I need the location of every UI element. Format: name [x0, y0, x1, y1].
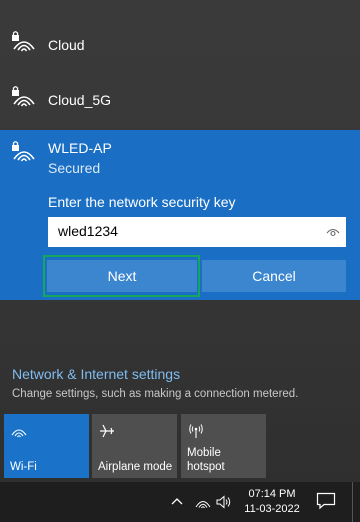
tile-label: Wi-Fi — [10, 461, 37, 473]
clock-time: 07:14 PM — [248, 488, 296, 500]
notification-icon[interactable] — [316, 492, 336, 510]
security-key-label: Enter the network security key — [48, 194, 236, 210]
wifi-icon — [11, 429, 27, 438]
clock-date: 11-03-2022 — [244, 503, 300, 515]
network-name: WLED-AP — [48, 140, 112, 156]
network-flyout: Cloud Cloud_5G WLED-AP Secured Enter the… — [0, 0, 360, 482]
network-item-cloud-5g[interactable]: Cloud_5G — [0, 73, 360, 125]
airplane-mode-tile[interactable]: Airplane mode — [92, 414, 177, 478]
volume-icon[interactable] — [216, 495, 232, 509]
show-desktop-edge[interactable] — [352, 482, 360, 522]
tile-label: Mobile hotspot — [187, 447, 225, 473]
network-item-cloud[interactable]: Cloud — [0, 18, 360, 70]
security-key-input[interactable]: wled1234 — [48, 217, 346, 247]
reveal-password-icon[interactable] — [326, 226, 340, 238]
network-status-icon[interactable] — [195, 495, 211, 509]
network-settings-description: Change settings, such as making a connec… — [12, 388, 299, 400]
cancel-button[interactable]: Cancel — [202, 260, 346, 292]
mobile-hotspot-tile[interactable]: Mobile hotspot — [181, 414, 266, 478]
secured-wifi-icon — [12, 86, 35, 107]
airplane-icon — [100, 424, 114, 438]
network-name: Cloud — [48, 37, 85, 53]
chevron-up-icon[interactable] — [171, 496, 183, 506]
taskbar: 07:14 PM 11-03-2022 — [0, 482, 360, 522]
tile-label: Airplane mode — [98, 461, 173, 473]
hotspot-icon — [189, 424, 203, 438]
network-name: Cloud_5G — [48, 92, 112, 108]
network-settings-link[interactable]: Network & Internet settings — [12, 366, 180, 382]
network-status: Secured — [48, 160, 101, 176]
secured-wifi-icon — [12, 31, 35, 52]
clock[interactable]: 07:14 PM 11-03-2022 — [236, 487, 308, 517]
secured-wifi-icon — [12, 141, 35, 162]
security-key-value: wled1234 — [58, 223, 118, 239]
network-item-wled-ap[interactable]: WLED-AP Secured Enter the network securi… — [0, 130, 360, 300]
wifi-tile[interactable]: Wi-Fi — [4, 414, 89, 478]
next-button[interactable]: Next — [47, 260, 197, 292]
